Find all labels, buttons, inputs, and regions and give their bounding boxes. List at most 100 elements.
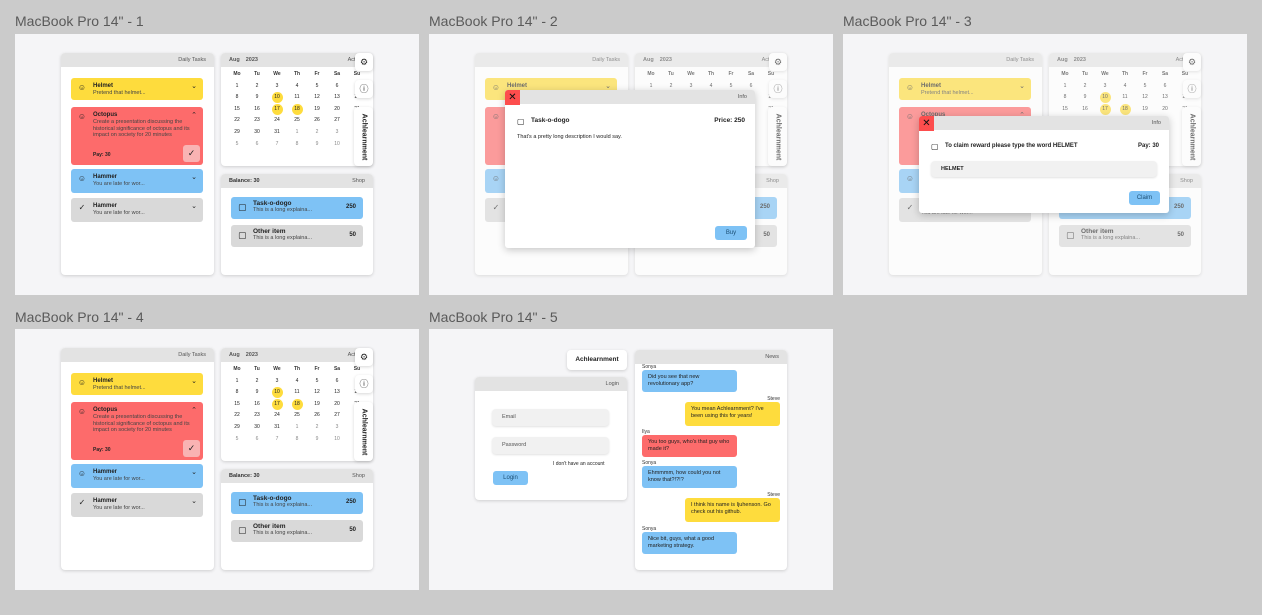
task-status-icon[interactable]: ☺: [77, 407, 87, 417]
calendar-day[interactable]: 18: [291, 103, 303, 115]
calendar-day[interactable]: 8: [287, 434, 307, 446]
calendar-day[interactable]: 3: [267, 376, 287, 388]
calendar-day[interactable]: 23: [247, 410, 267, 422]
calendar-day[interactable]: 9: [307, 434, 327, 446]
close-icon[interactable]: ✕: [919, 116, 934, 131]
calendar-day[interactable]: 1: [287, 422, 307, 434]
calendar-day[interactable]: 5: [227, 139, 247, 151]
chevron-icon[interactable]: ⌄: [191, 497, 197, 507]
calendar-day[interactable]: 4: [287, 376, 307, 388]
calendar-day[interactable]: 31: [267, 422, 287, 434]
calendar-day[interactable]: 22: [227, 115, 247, 127]
calendar-day[interactable]: 16: [247, 399, 267, 411]
calendar-day[interactable]: 9: [247, 387, 267, 399]
calendar-day[interactable]: 1: [227, 376, 247, 388]
password-field[interactable]: Password: [492, 437, 609, 454]
calendar-day[interactable]: 2: [247, 376, 267, 388]
calendar-day[interactable]: 6: [327, 81, 347, 93]
task-status-icon[interactable]: ☺: [77, 112, 87, 122]
task-item[interactable]: ✓ HammerYou are late for wor... ⌄: [71, 493, 203, 517]
calendar-day[interactable]: 1: [227, 81, 247, 93]
claim-word-input[interactable]: HELMET: [931, 161, 1157, 177]
achievement-tab[interactable]: Achlearnment: [567, 350, 627, 370]
year-select[interactable]: 2023: [246, 352, 258, 358]
calendar-day[interactable]: 3: [267, 81, 287, 93]
calendar-day[interactable]: 20: [327, 104, 347, 116]
chevron-icon[interactable]: ⌄: [191, 82, 197, 92]
calendar-day[interactable]: 11: [287, 387, 307, 399]
calendar-day[interactable]: 25: [287, 410, 307, 422]
calendar-day[interactable]: 29: [227, 127, 247, 139]
calendar-day[interactable]: 27: [327, 410, 347, 422]
calendar-day[interactable]: 10: [271, 92, 283, 104]
chevron-icon[interactable]: ⌃: [191, 406, 197, 416]
calendar-day[interactable]: 24: [267, 410, 287, 422]
close-icon[interactable]: ✕: [505, 90, 520, 105]
calendar-day[interactable]: 30: [247, 127, 267, 139]
task-item[interactable]: ☺ HelmetPretend that helmet... ⌄: [71, 373, 203, 395]
month-select[interactable]: Aug: [229, 352, 240, 358]
calendar-day[interactable]: 2: [307, 422, 327, 434]
calendar-day[interactable]: 19: [307, 104, 327, 116]
calendar-day[interactable]: 5: [227, 434, 247, 446]
shop-item[interactable]: ▢ Task-o-dogoThis is a long explaina... 25…: [231, 492, 363, 514]
info-icon[interactable]: ⓘ: [355, 375, 373, 393]
calendar-day[interactable]: 11: [287, 92, 307, 104]
shop-item[interactable]: ▢ Other itemThis is a long explaina... 50: [231, 225, 363, 247]
calendar-day[interactable]: 22: [227, 410, 247, 422]
calendar-day[interactable]: 30: [247, 422, 267, 434]
calendar-day[interactable]: 26: [307, 115, 327, 127]
calendar-day[interactable]: 17: [271, 398, 283, 410]
calendar-day[interactable]: 18: [291, 398, 303, 410]
calendar-day[interactable]: 20: [327, 399, 347, 411]
calendar-day[interactable]: 25: [287, 115, 307, 127]
calendar-day[interactable]: 27: [327, 115, 347, 127]
calendar-day[interactable]: 7: [267, 139, 287, 151]
calendar-day[interactable]: 16: [247, 104, 267, 116]
buy-button[interactable]: Buy: [715, 226, 747, 240]
task-status-icon[interactable]: ☺: [77, 83, 87, 93]
year-select[interactable]: 2023: [246, 57, 258, 63]
calendar-day[interactable]: 3: [327, 422, 347, 434]
calendar-day[interactable]: 8: [227, 387, 247, 399]
task-status-icon[interactable]: ☺: [77, 469, 87, 479]
calendar-day[interactable]: 1: [287, 127, 307, 139]
calendar-day[interactable]: 8: [227, 92, 247, 104]
task-status-icon[interactable]: ✓: [77, 203, 87, 213]
complete-check-icon[interactable]: ✓: [183, 440, 200, 457]
calendar-day[interactable]: 5: [307, 376, 327, 388]
task-item[interactable]: ☺ OctopusCreate a presentation discussing…: [71, 402, 203, 460]
settings-gear-icon[interactable]: ⚙: [355, 348, 373, 366]
calendar-day[interactable]: 6: [247, 139, 267, 151]
calendar-day[interactable]: 4: [287, 81, 307, 93]
task-item[interactable]: ☺ HammerYou are late for wor... ⌄: [71, 169, 203, 193]
calendar-day[interactable]: 13: [327, 387, 347, 399]
calendar-day[interactable]: 15: [227, 399, 247, 411]
chevron-icon[interactable]: ⌄: [191, 173, 197, 183]
calendar-day[interactable]: 10: [327, 139, 347, 151]
task-status-icon[interactable]: ☺: [77, 174, 87, 184]
calendar-day[interactable]: 5: [307, 81, 327, 93]
shop-item[interactable]: ▢ Other itemThis is a long explaina... 50: [231, 520, 363, 542]
calendar-day[interactable]: 26: [307, 410, 327, 422]
calendar-day[interactable]: 10: [271, 387, 283, 399]
calendar-day[interactable]: 9: [247, 92, 267, 104]
calendar-day[interactable]: 10: [327, 434, 347, 446]
chevron-icon[interactable]: ⌄: [191, 468, 197, 478]
task-item[interactable]: ☺ OctopusCreate a presentation discussing…: [71, 107, 203, 165]
email-field[interactable]: Email: [492, 409, 609, 426]
calendar-day[interactable]: 31: [267, 127, 287, 139]
shop-item[interactable]: ▢ Task-o-dogoThis is a long explaina... 25…: [231, 197, 363, 219]
calendar-day[interactable]: 6: [327, 376, 347, 388]
chevron-icon[interactable]: ⌃: [191, 111, 197, 121]
calendar-day[interactable]: 6: [247, 434, 267, 446]
calendar-day[interactable]: 13: [327, 92, 347, 104]
task-item[interactable]: ☺ HammerYou are late for wor... ⌄: [71, 464, 203, 488]
calendar-day[interactable]: 8: [287, 139, 307, 151]
calendar-day[interactable]: 9: [307, 139, 327, 151]
task-status-icon[interactable]: ✓: [77, 498, 87, 508]
calendar-day[interactable]: 2: [307, 127, 327, 139]
chevron-icon[interactable]: ⌄: [191, 377, 197, 387]
complete-check-icon[interactable]: ✓: [183, 145, 200, 162]
calendar-day[interactable]: 12: [307, 92, 327, 104]
